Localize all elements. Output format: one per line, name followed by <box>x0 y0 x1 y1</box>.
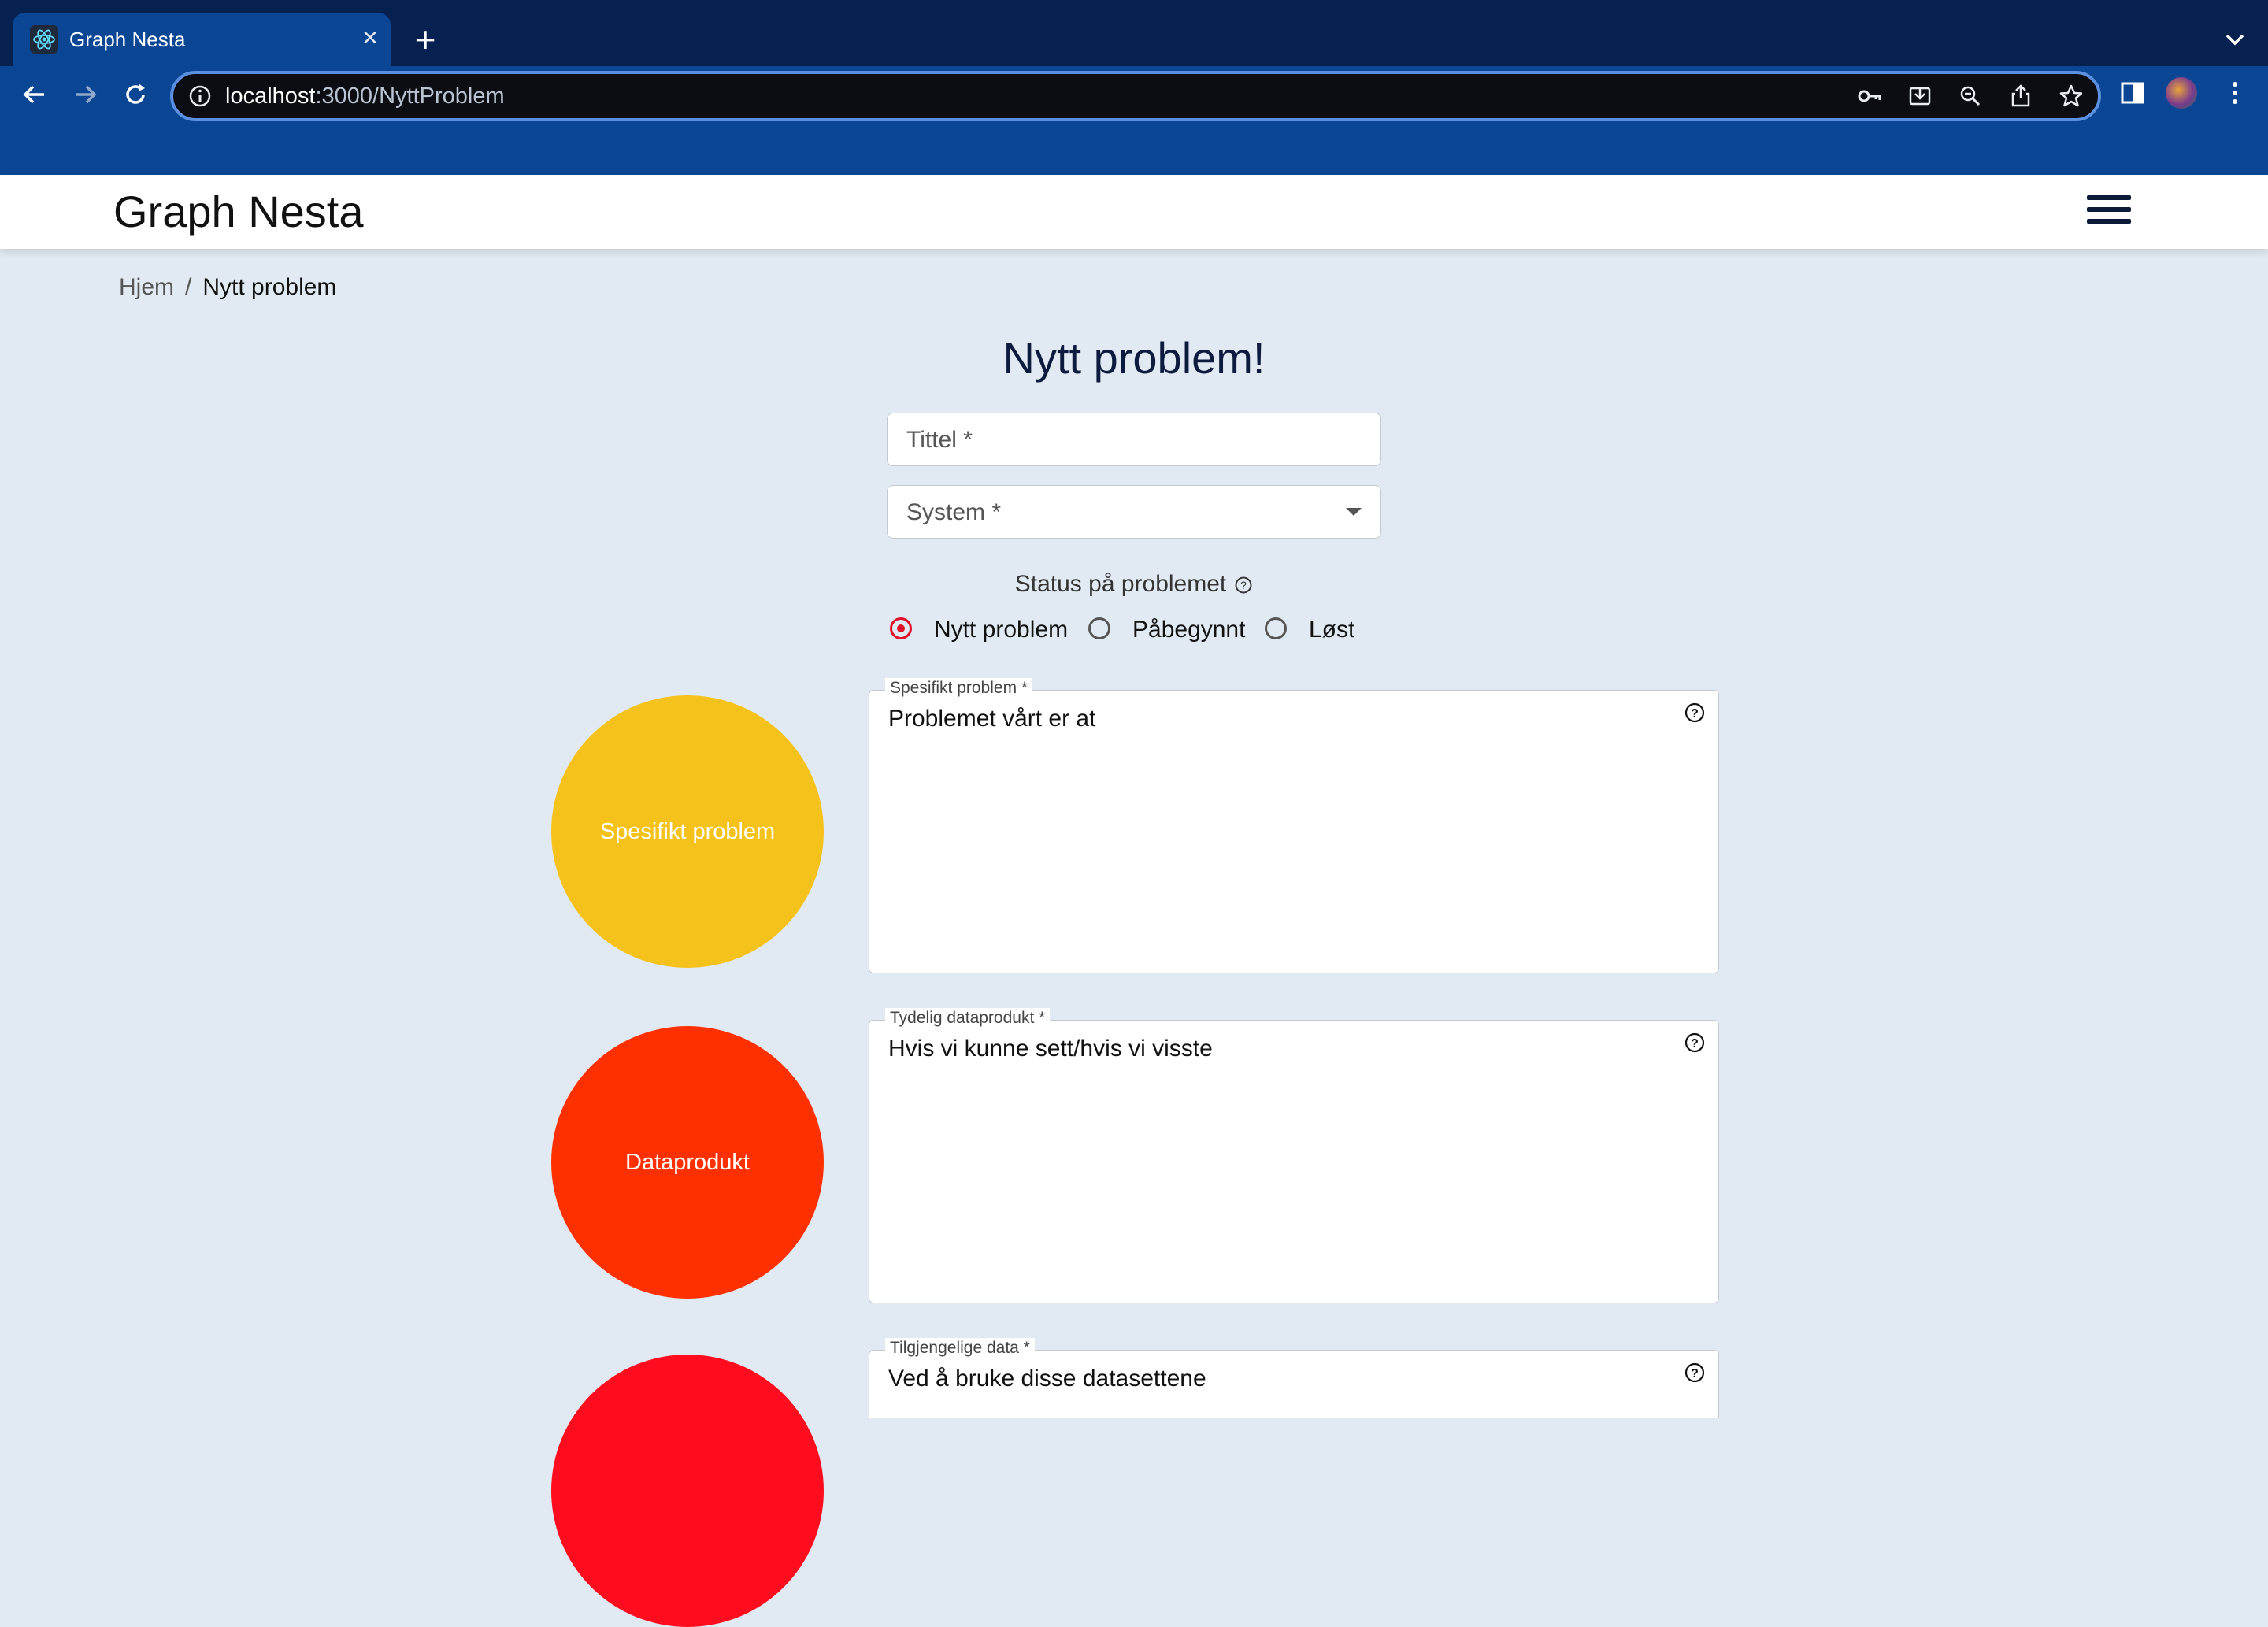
new-tab-icon[interactable]: + <box>408 21 443 57</box>
radio-label: Løst <box>1309 617 1355 643</box>
status-label-text: Status på problemet <box>1014 571 1227 597</box>
field-label: Tilgjengelige data * <box>885 1338 1035 1358</box>
side-panel-icon[interactable] <box>2117 77 2148 109</box>
radio-checked-icon <box>890 617 912 639</box>
dataprodukt-textarea[interactable]: Tydelig dataprodukt * Hvis vi kunne sett… <box>869 1008 1719 1303</box>
step-circle-spesifikt-problem: Spesifikt problem <box>551 695 824 968</box>
url-text[interactable]: localhost:3000/NyttProblem <box>225 79 505 113</box>
title-input-placeholder: Tittel * <box>906 427 973 453</box>
step-circle-label: Dataprodukt <box>625 1149 750 1175</box>
react-icon <box>30 25 58 54</box>
reload-icon[interactable] <box>118 77 153 112</box>
field-value: Ved å bruke disse datasettene <box>888 1366 1206 1392</box>
radio-unchecked-icon <box>1088 617 1110 639</box>
field-label: Tydelig dataprodukt * <box>885 1008 1051 1028</box>
address-bar[interactable]: localhost:3000/NyttProblem <box>170 71 2101 121</box>
zoom-icon[interactable] <box>1956 82 1984 110</box>
help-icon[interactable]: ? <box>1234 576 1253 595</box>
tilgjengelige-data-textarea[interactable]: Tilgjengelige data * Ved å bruke disse d… <box>869 1338 1719 1418</box>
breadcrumb-current: Nytt problem <box>202 274 337 300</box>
field-value: Hvis vi kunne sett/hvis vi visste <box>888 1036 1213 1062</box>
url-host: localhost <box>225 83 316 109</box>
back-icon[interactable] <box>17 77 52 112</box>
browser-tab[interactable]: Graph Nesta × <box>13 13 391 66</box>
svg-text:?: ? <box>1691 707 1699 721</box>
hamburger-menu-icon[interactable] <box>2087 195 2131 228</box>
url-path: :3000/NyttProblem <box>315 83 505 109</box>
breadcrumb: Hjem / Nytt problem <box>119 272 336 303</box>
forward-icon[interactable] <box>68 77 102 112</box>
help-icon[interactable]: ? <box>1684 702 1706 724</box>
step-circle-dataprodukt: Dataprodukt <box>551 1026 824 1299</box>
browser-chrome: Graph Nesta × + localhost:3000/NyttProbl… <box>0 0 2268 175</box>
bookmark-star-icon[interactable] <box>2057 82 2085 110</box>
key-icon[interactable] <box>1855 82 1884 110</box>
system-select-placeholder: System * <box>906 499 1002 525</box>
close-tab-icon[interactable]: × <box>356 24 384 52</box>
field-value: Problemet vårt er at <box>888 706 1096 732</box>
svg-text:?: ? <box>1691 1037 1699 1051</box>
page-title: Nytt problem! <box>1002 333 1266 383</box>
more-menu-icon[interactable] <box>2219 77 2251 109</box>
breadcrumb-home[interactable]: Hjem <box>119 274 174 300</box>
spesifikt-problem-textarea[interactable]: Spesifikt problem * Problemet vårt er at… <box>869 678 1719 973</box>
step-circle-tilgjengelige-data <box>551 1355 824 1627</box>
field-label: Spesifikt problem * <box>885 678 1033 699</box>
radio-unchecked-icon <box>1265 617 1287 639</box>
app-brand[interactable]: Graph Nesta <box>113 184 364 239</box>
dropdown-arrow-icon <box>1346 508 1362 516</box>
system-select[interactable]: System * <box>887 485 1381 539</box>
tab-strip: Graph Nesta × + <box>0 0 2268 66</box>
help-icon[interactable]: ? <box>1684 1362 1706 1384</box>
chevron-down-icon[interactable] <box>2219 24 2251 55</box>
install-icon[interactable] <box>1906 82 1934 110</box>
breadcrumb-separator: / <box>185 274 192 300</box>
share-icon[interactable] <box>2007 82 2035 110</box>
svg-text:?: ? <box>1691 1367 1699 1381</box>
title-input[interactable]: Tittel * <box>887 413 1381 466</box>
svg-text:?: ? <box>1240 579 1247 591</box>
app-header: Graph Nesta <box>0 175 2268 249</box>
tab-title: Graph Nesta <box>69 28 186 51</box>
radio-label: Påbegynnt <box>1132 617 1246 643</box>
profile-avatar[interactable] <box>2166 77 2197 109</box>
help-icon[interactable]: ? <box>1684 1032 1706 1054</box>
step-circle-label: Spesifikt problem <box>599 818 776 844</box>
info-icon[interactable] <box>187 83 213 109</box>
status-label: Status på problemet? <box>0 569 2268 600</box>
radio-label: Nytt problem <box>934 617 1069 643</box>
